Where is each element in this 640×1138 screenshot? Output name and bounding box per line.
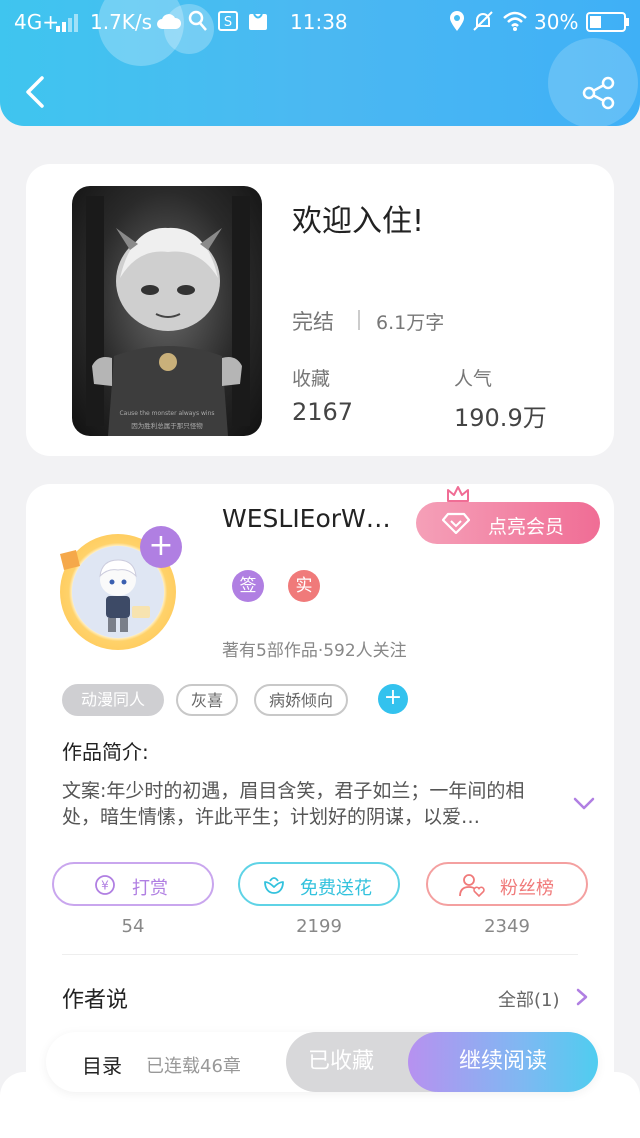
fan-ranking-button[interactable]: 粉丝榜 bbox=[426, 862, 588, 906]
book-info-card: Cause the monster always wins 因为胜利总属于那只怪… bbox=[26, 164, 614, 456]
tag-huixi[interactable]: 灰喜 bbox=[176, 684, 238, 716]
signal-icon bbox=[56, 14, 78, 32]
avatar-decor-icon bbox=[60, 550, 80, 570]
cloud-icon bbox=[157, 14, 182, 29]
popularity-label: 人气 bbox=[454, 368, 493, 390]
yuan-coin-icon: ¥ bbox=[95, 875, 115, 895]
cover-caption-en: Cause the monster always wins bbox=[119, 410, 214, 417]
user-heart-icon bbox=[459, 874, 485, 898]
location-icon bbox=[450, 11, 464, 31]
tag-yandere[interactable]: 病娇倾向 bbox=[254, 684, 348, 716]
book-cover[interactable]: Cause the monster always wins 因为胜利总属于那只怪… bbox=[72, 186, 262, 436]
svg-text:S: S bbox=[224, 15, 232, 30]
send-flower-button[interactable]: 免费送花 bbox=[238, 862, 400, 906]
reward-label: 打赏 bbox=[132, 878, 168, 899]
book-title: 欢迎入住! bbox=[292, 204, 425, 239]
collect-value: 2167 bbox=[292, 398, 354, 426]
verified-badge: 实 bbox=[288, 570, 320, 602]
crown-icon bbox=[447, 486, 469, 502]
collected-label: 已收藏 bbox=[307, 1049, 374, 1074]
reward-button[interactable]: ¥ 打赏 bbox=[52, 862, 214, 906]
vip-button[interactable]: 点亮会员 bbox=[416, 502, 600, 544]
network-speed: 1.7K/s bbox=[90, 10, 153, 34]
popularity-value: 190.9万 bbox=[454, 404, 547, 432]
chevron-right-icon[interactable] bbox=[576, 988, 588, 1006]
network-indicator: 4G+ bbox=[14, 10, 59, 34]
add-tag-button[interactable]: + bbox=[378, 684, 408, 714]
divider bbox=[62, 954, 578, 955]
chapter-count: 已连载46章 bbox=[146, 1056, 241, 1077]
intro-text: 文案:年少时的初遇，眉目含笑，君子如兰；一年间的相处，暗生情愫，许此平生；计划好… bbox=[62, 780, 525, 828]
share-button[interactable] bbox=[582, 76, 616, 110]
author-meta: 著有5部作品·592人关注 bbox=[222, 641, 407, 661]
divider bbox=[358, 310, 360, 330]
mute-bell-icon bbox=[473, 11, 493, 31]
book-status: 完结 bbox=[292, 310, 334, 334]
vip-label: 点亮会员 bbox=[488, 516, 565, 538]
diamond-icon bbox=[442, 512, 470, 534]
wifi-icon bbox=[503, 11, 527, 31]
follow-author-button[interactable]: + bbox=[140, 526, 182, 568]
bag-icon bbox=[249, 13, 267, 30]
author-says-heading: 作者说 bbox=[62, 988, 129, 1013]
cover-caption-cn: 因为胜利总属于那只怪物 bbox=[131, 421, 203, 430]
collect-label: 收藏 bbox=[292, 368, 331, 390]
word-count: 6.1万字 bbox=[376, 312, 445, 334]
toc-button[interactable]: 目录 bbox=[82, 1050, 122, 1079]
cover-illustration: Cause the monster always wins 因为胜利总属于那只怪… bbox=[86, 196, 250, 436]
flower-count: 2199 bbox=[296, 916, 342, 937]
flower-icon bbox=[264, 877, 284, 894]
author-name[interactable]: WESLIEorW… bbox=[222, 504, 412, 533]
chevron-left-icon bbox=[26, 76, 44, 108]
back-button[interactable] bbox=[20, 72, 56, 112]
app-s-icon: S bbox=[218, 11, 238, 31]
tag-anime-fanfic[interactable]: 动漫同人 bbox=[62, 684, 164, 716]
fan-count: 2349 bbox=[484, 916, 530, 937]
battery-percent: 30% bbox=[534, 10, 579, 34]
search-icon bbox=[188, 10, 207, 31]
intro-heading: 作品简介: bbox=[62, 740, 149, 764]
fan-ranking-label: 粉丝榜 bbox=[500, 878, 554, 899]
share-icon bbox=[582, 76, 615, 110]
continue-reading-button[interactable]: 继续阅读 bbox=[408, 1032, 598, 1092]
reward-count: 54 bbox=[121, 916, 145, 937]
clock: 11:38 bbox=[290, 10, 348, 34]
battery-icon bbox=[586, 12, 629, 32]
send-flower-label: 免费送花 bbox=[300, 878, 372, 899]
svg-text:¥: ¥ bbox=[101, 879, 109, 893]
signed-badge: 签 bbox=[232, 570, 264, 602]
header: 4G+ 1.7K/s S 11:38 30% bbox=[0, 0, 640, 126]
bottom-action-bar: 目录 已连载46章 已收藏 继续阅读 bbox=[46, 1032, 598, 1092]
author-says-all-link[interactable]: 全部(1) bbox=[498, 986, 560, 1012]
chevron-down-icon bbox=[573, 797, 595, 810]
expand-intro-button[interactable] bbox=[572, 796, 596, 812]
status-bar: 4G+ 1.7K/s S 11:38 30% bbox=[0, 0, 640, 44]
